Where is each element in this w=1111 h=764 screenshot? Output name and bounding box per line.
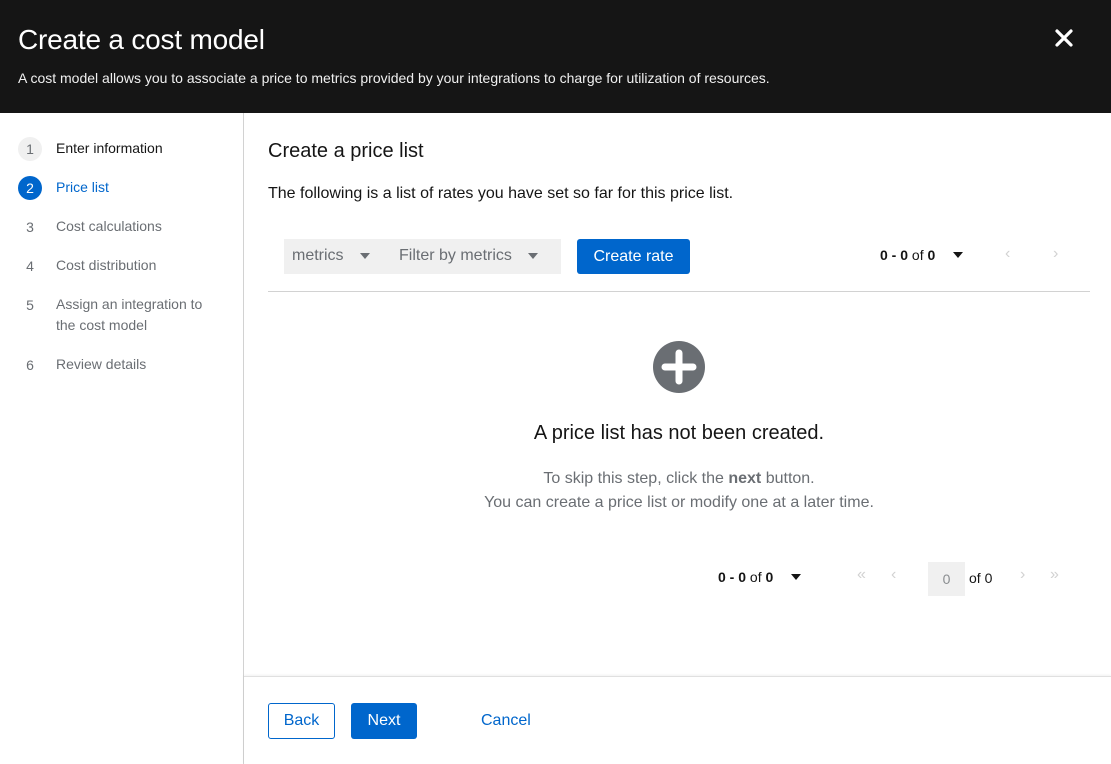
plus-circle-icon	[653, 341, 705, 393]
filter-metrics-placeholder: Filter by metrics	[399, 247, 512, 264]
page-intro: The following is a list of rates you hav…	[268, 185, 734, 202]
step-number: 4	[26, 258, 34, 274]
pagination-range: 0 - 0	[880, 247, 909, 263]
caret-down-icon	[791, 574, 802, 580]
caret-down-icon	[953, 252, 964, 258]
cancel-button[interactable]: Cancel	[468, 703, 544, 739]
back-button[interactable]: Back	[268, 703, 335, 739]
pagination-of: of	[911, 247, 924, 263]
empty-line1-bold: next	[728, 470, 762, 487]
wizard-nav: 1 Enter information 2 Price list 3 Cost …	[0, 113, 244, 764]
create-rate-button[interactable]: Create rate	[577, 239, 690, 274]
next-button[interactable]: Next	[351, 703, 417, 739]
step-number: 6	[26, 357, 34, 373]
pagination-summary: 0 - 0 of 0	[718, 569, 773, 585]
next-page-icon[interactable]: ›	[1053, 245, 1058, 263]
step-label: Price list	[56, 179, 109, 195]
empty-line1-prefix: To skip this step, click the	[543, 470, 729, 487]
next-page-icon[interactable]: ›	[1020, 566, 1025, 584]
caret-down-icon	[359, 253, 370, 259]
modal-header: Create a cost model A cost model allows …	[0, 0, 1111, 113]
empty-state-line-2: You can create a price list or modify on…	[484, 494, 874, 511]
wizard-body: Create a price list The following is a l…	[244, 113, 1111, 764]
wizard-step-review-details[interactable]: 6 Review details	[18, 353, 216, 377]
first-page-icon[interactable]: «	[857, 566, 866, 584]
step-label: Enter information	[56, 140, 163, 156]
filter-metrics-select[interactable]: Filter by metrics	[399, 247, 538, 265]
step-label: Cost calculations	[56, 218, 162, 234]
page-number-input[interactable]	[928, 562, 965, 596]
wizard-step-enter-information[interactable]: 1 Enter information	[18, 137, 216, 161]
step-label: Review details	[56, 356, 147, 372]
pagination-range: 0 - 0	[718, 569, 747, 585]
step-number: 1	[18, 137, 42, 161]
pagination-toggle-bottom[interactable]: 0 - 0 of 0	[718, 569, 802, 585]
pagination-total: 0	[927, 247, 936, 263]
filter-group: metrics Filter by metrics	[284, 239, 561, 274]
wizard-step-cost-distribution[interactable]: 4 Cost distribution	[18, 254, 216, 278]
empty-state-title: A price list has not been created.	[533, 422, 825, 444]
step-number: 3	[26, 219, 34, 235]
rates-toolbar: metrics Filter by metrics Create rate 0 …	[268, 239, 1090, 292]
wizard-step-price-list[interactable]: 2 Price list	[18, 176, 216, 200]
prev-page-icon[interactable]: ‹	[1005, 245, 1010, 263]
filter-category-value: metrics	[292, 247, 344, 264]
page-count: of 0	[969, 570, 993, 586]
wizard-step-cost-calculations[interactable]: 3 Cost calculations	[18, 215, 216, 239]
filter-category-select[interactable]: metrics	[292, 247, 370, 265]
pagination-total: 0	[765, 569, 774, 585]
empty-state-body: To skip this step, click the next button…	[244, 467, 1111, 515]
step-number: 5	[26, 297, 34, 313]
last-page-icon[interactable]: »	[1050, 566, 1059, 584]
empty-line1-suffix: button.	[761, 470, 815, 487]
pagination-summary: 0 - 0 of 0	[880, 247, 935, 263]
empty-state-line-1: To skip this step, click the next button…	[244, 467, 1111, 491]
prev-page-icon[interactable]: ‹	[891, 566, 896, 584]
modal-description: A cost model allows you to associate a p…	[18, 70, 770, 86]
page-title: Create a price list	[268, 140, 424, 162]
modal-title: Create a cost model	[18, 24, 265, 55]
wizard-step-assign-integration[interactable]: 5 Assign an integration to the cost mode…	[18, 293, 216, 336]
caret-down-icon	[527, 253, 538, 259]
wizard-footer: Back Next Cancel	[244, 676, 1111, 764]
step-number: 2	[18, 176, 42, 200]
close-icon[interactable]	[1052, 26, 1076, 50]
pagination-toggle-top[interactable]: 0 - 0 of 0	[880, 247, 964, 263]
pagination-of: of	[749, 569, 762, 585]
step-label: Cost distribution	[56, 257, 157, 273]
step-label: Assign an integration to the cost model	[56, 296, 203, 333]
